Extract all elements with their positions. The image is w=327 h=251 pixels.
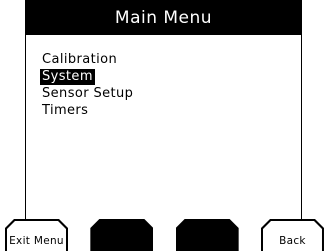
device-screen: Main Menu Calibration System Sensor Setu… (25, 0, 302, 251)
softkey-2-button[interactable] (90, 219, 153, 251)
softkey-bar: Exit Menu Back (5, 219, 324, 251)
title-bar: Main Menu (26, 0, 301, 35)
page-title: Main Menu (114, 7, 213, 28)
exit-menu-label: Exit Menu (9, 235, 64, 247)
exit-menu-button[interactable]: Exit Menu (5, 219, 68, 251)
menu-item-sensor-setup[interactable]: Sensor Setup (40, 86, 135, 102)
back-button[interactable]: Back (261, 219, 324, 251)
menu-item-timers[interactable]: Timers (40, 103, 90, 119)
menu-item-system[interactable]: System (40, 69, 95, 85)
back-label: Back (279, 235, 306, 247)
softkey-3-button[interactable] (176, 219, 239, 251)
menu-item-calibration[interactable]: Calibration (40, 52, 119, 68)
main-menu-list: Calibration System Sensor Setup Timers (40, 52, 135, 119)
